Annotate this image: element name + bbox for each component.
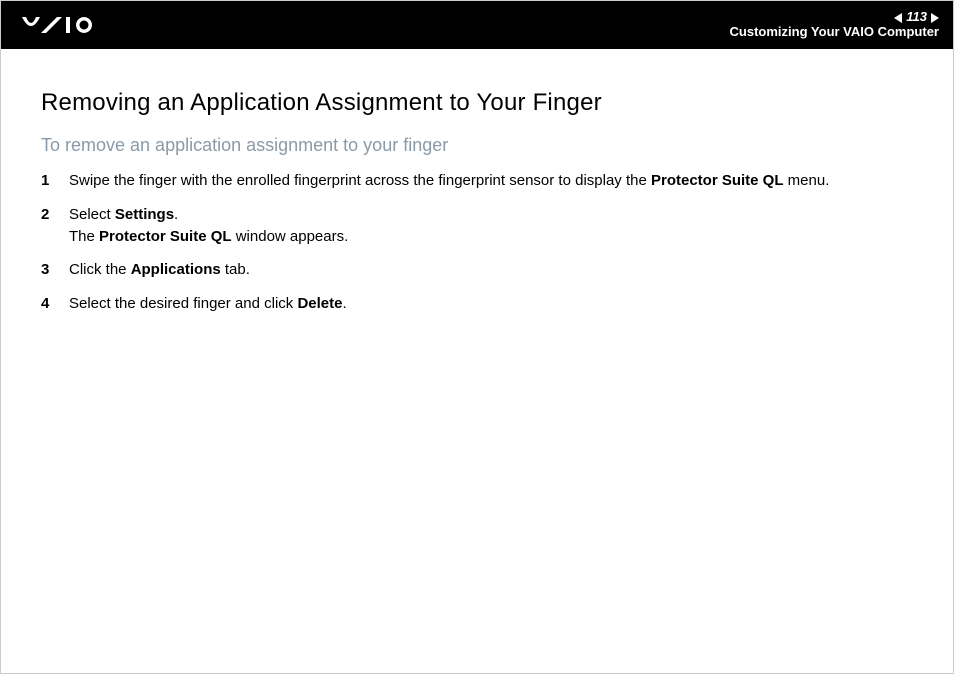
header-right: 113 Customizing Your VAIO Computer	[730, 10, 939, 40]
step-text: Click the	[69, 261, 131, 278]
document-page: 113 Customizing Your VAIO Computer Remov…	[0, 0, 954, 674]
page-subtitle: To remove an application assignment to y…	[41, 135, 913, 156]
step-text: window appears.	[232, 228, 349, 245]
step-text: Select the desired finger and click	[69, 295, 297, 312]
step-item: Swipe the finger with the enrolled finge…	[41, 170, 913, 192]
step-text: .	[343, 295, 347, 312]
step-item: Select the desired finger and click Dele…	[41, 293, 913, 315]
prev-page-icon[interactable]	[894, 13, 902, 23]
step-text: Select	[69, 206, 115, 223]
step-bold: Protector Suite QL	[651, 172, 784, 189]
page-navigator: 113	[894, 10, 939, 25]
step-text: menu.	[784, 172, 830, 189]
step-bold: Delete	[297, 295, 342, 312]
steps-list: Swipe the finger with the enrolled finge…	[41, 170, 913, 315]
next-page-icon[interactable]	[931, 13, 939, 23]
step-item: Select Settings. The Protector Suite QL …	[41, 204, 913, 248]
step-item: Click the Applications tab.	[41, 259, 913, 281]
step-text: Swipe the finger with the enrolled finge…	[69, 172, 651, 189]
step-bold: Applications	[131, 261, 221, 278]
step-text: .	[174, 206, 178, 223]
step-bold: Settings	[115, 206, 174, 223]
page-title: Removing an Application Assignment to Yo…	[41, 89, 913, 117]
page-number: 113	[906, 10, 927, 25]
step-text: The	[69, 228, 99, 245]
header-bar: 113 Customizing Your VAIO Computer	[1, 1, 953, 49]
vaio-logo-icon	[21, 1, 131, 49]
content-area: Removing an Application Assignment to Yo…	[1, 49, 953, 315]
step-text: tab.	[221, 261, 250, 278]
section-title: Customizing Your VAIO Computer	[730, 25, 939, 40]
step-bold: Protector Suite QL	[99, 228, 232, 245]
